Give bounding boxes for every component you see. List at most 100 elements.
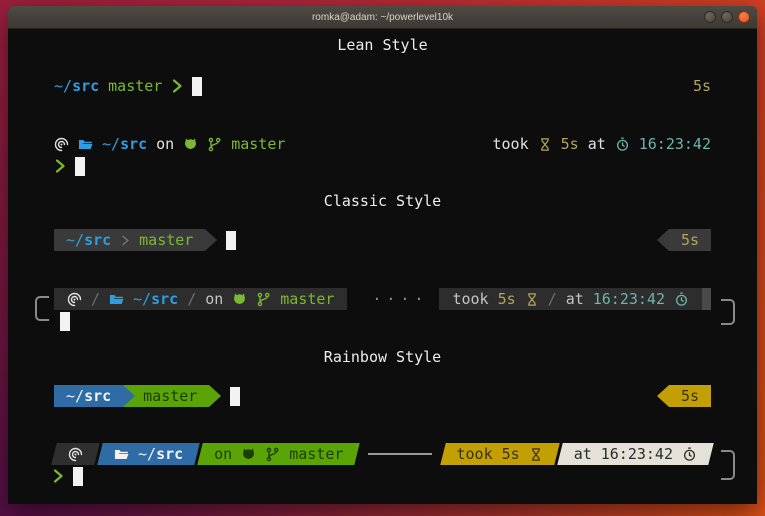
block-cursor [226, 231, 236, 250]
duration: 5s [502, 445, 520, 463]
on-label: on [214, 445, 232, 463]
git-branch-icon [265, 447, 280, 462]
duration-badge: 5s [693, 77, 711, 95]
left-bar: / ~/src / on master [54, 288, 347, 310]
close-button[interactable] [738, 11, 750, 23]
path: ~/src [138, 445, 183, 463]
frame-bracket-right [721, 450, 735, 480]
left-segment-group: ~/src master [54, 229, 217, 251]
os-swirl-icon [54, 137, 69, 152]
right-bar-group: ···· took 5s / at 16:23:42 [372, 288, 711, 310]
rainbow-prompt-2-top: ~/src on master took 5s at 16:23 [54, 443, 711, 465]
gap-filler-line [368, 453, 431, 455]
right-segment-group: 5s [657, 229, 711, 251]
block-cursor [230, 387, 240, 406]
terminal-content: Lean Style ~/src master 5s ~/src on mast… [8, 29, 757, 503]
desktop: { "window": { "title": "romka@adam: ~/po… [0, 0, 765, 516]
lean-right-status: took 5s at 16:23:42 [493, 135, 712, 153]
git-branch-icon [256, 292, 271, 307]
separator: / [91, 290, 100, 308]
path: ~/src [102, 135, 147, 153]
gap-filler-dots: ···· [372, 290, 428, 308]
lean-prompt-2-input [54, 155, 711, 177]
segment-branch: master [123, 385, 209, 407]
minimize-button[interactable] [704, 11, 716, 23]
at-label: at [574, 445, 592, 463]
frame-bracket-left [35, 296, 49, 321]
took-label: took [493, 135, 529, 153]
classic-prompt-1: ~/src master 5s [54, 229, 711, 251]
duration: 5s [498, 290, 516, 308]
on-label: on [156, 135, 174, 153]
window-title: romka@adam: ~/powerlevel10k [312, 12, 453, 23]
duration-segment: 5s [669, 385, 711, 407]
right-bar: took 5s / at 16:23:42 [439, 288, 702, 310]
separator: / [548, 290, 557, 308]
os-swirl-icon [67, 292, 82, 307]
time: 16:23:42 [639, 135, 711, 153]
segment-path-branch: ~/src master [54, 229, 205, 251]
chevron-right-icon [52, 468, 64, 484]
frame-bracket-right [721, 299, 735, 325]
git-branch-icon [207, 137, 222, 152]
left-slanted-bar: ~/src on master [54, 443, 357, 465]
path: ~/src [66, 231, 111, 249]
git-branch: master [289, 445, 343, 463]
terminal-window: romka@adam: ~/powerlevel10k Lean Style ~… [8, 6, 757, 504]
left-segment-group: ~/src master [54, 385, 221, 407]
segment-branch: on master [200, 443, 357, 465]
took-label: took [457, 445, 493, 463]
chevron-right-icon [54, 158, 66, 174]
open-folder-icon [109, 292, 124, 307]
classic-prompt-2-input [54, 310, 711, 332]
window-buttons [704, 11, 750, 23]
rainbow-prompt-2-input [54, 465, 711, 487]
block-cursor [75, 157, 85, 176]
titlebar[interactable]: romka@adam: ~/powerlevel10k [8, 6, 757, 29]
block-cursor [60, 312, 70, 331]
section-title-lean: Lean Style [8, 36, 757, 54]
right-segment-group: 5s [657, 385, 711, 407]
segment-duration: took 5s [443, 443, 557, 465]
lean-prompt-1: ~/src master 5s [54, 75, 711, 97]
maximize-button[interactable] [721, 11, 733, 23]
segment-time: at 16:23:42 [560, 443, 711, 465]
git-branch: master [280, 290, 334, 308]
clock-icon [682, 447, 697, 462]
octocat-icon [183, 137, 198, 152]
separator: / [187, 290, 196, 308]
segment-path: ~/src [54, 385, 123, 407]
classic-prompt-2-top: / ~/src / on master ···· took 5s / at [54, 288, 711, 310]
on-label: on [205, 290, 223, 308]
at-label: at [588, 135, 606, 153]
segment-os [54, 443, 97, 465]
os-swirl-icon [68, 447, 83, 462]
at-label: at [566, 290, 584, 308]
hourglass-icon [538, 137, 552, 152]
powerline-arrow-icon [657, 229, 669, 251]
chevron-right-icon [171, 78, 183, 94]
git-branch: master [139, 231, 193, 249]
powerline-arrow-icon [209, 385, 221, 407]
clock-icon [674, 292, 689, 307]
section-title-classic: Classic Style [8, 192, 757, 210]
clock-icon [615, 137, 630, 152]
powerline-arrow-icon [205, 229, 217, 251]
octocat-icon [232, 292, 247, 307]
block-cursor [73, 467, 83, 486]
rainbow-prompt-1: ~/src master 5s [54, 385, 711, 407]
path: ~/src [133, 290, 178, 308]
duration: 5s [561, 135, 579, 153]
hourglass-icon [529, 447, 543, 462]
lean-prompt-2-top: ~/src on master took 5s at 16:23:42 [54, 133, 711, 155]
bar-endcap [702, 288, 711, 310]
section-title-rainbow: Rainbow Style [8, 348, 757, 366]
git-branch: master [108, 77, 162, 95]
right-slanted-bar: took 5s at 16:23:42 [443, 443, 712, 465]
block-cursor [192, 77, 202, 96]
segment-path: ~/src [100, 443, 197, 465]
open-folder-icon [78, 137, 93, 152]
time: 16:23:42 [601, 445, 673, 463]
right-bar-wrap: took 5s / at 16:23:42 [439, 288, 711, 310]
separator-chevron-icon [120, 233, 130, 248]
